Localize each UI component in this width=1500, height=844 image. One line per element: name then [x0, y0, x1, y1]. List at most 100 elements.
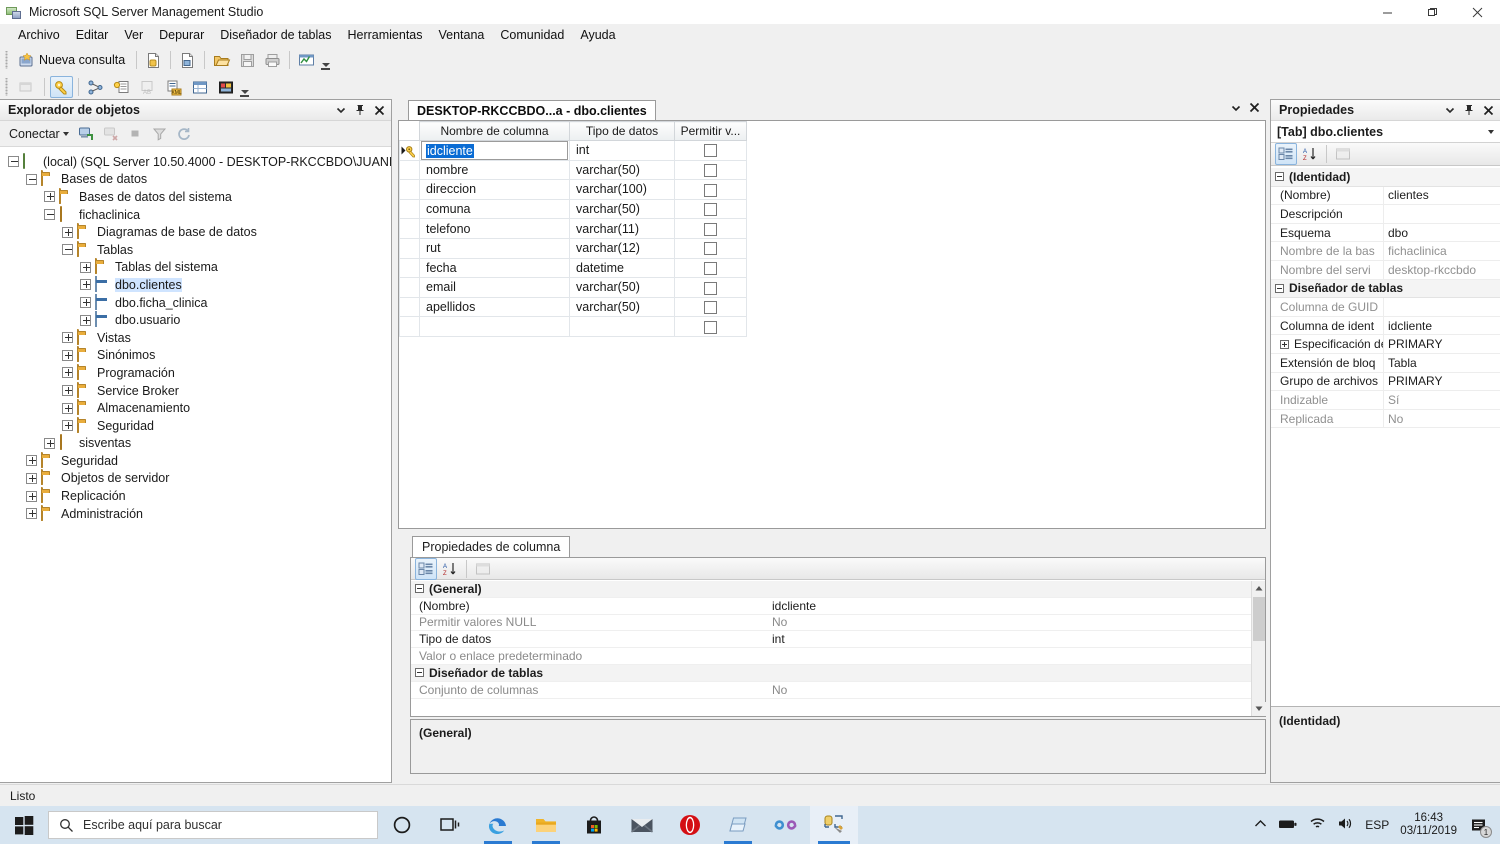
- tree-node[interactable]: Objetos de servidor: [0, 469, 391, 488]
- tree-node[interactable]: Tablas: [0, 240, 391, 259]
- sql-server-management-studio-icon[interactable]: [810, 806, 858, 844]
- property-value[interactable]: No: [1383, 409, 1500, 428]
- tree-node[interactable]: Programación: [0, 363, 391, 382]
- allow-nulls-cell[interactable]: [674, 140, 747, 161]
- menu-item-ayuda[interactable]: Ayuda: [572, 26, 623, 44]
- table-row[interactable]: rut varchar(12): [399, 237, 747, 259]
- notifications-icon[interactable]: 1: [1468, 814, 1492, 838]
- column-properties-rows[interactable]: (General) (Nombre) idcliente Permitir valor…: [411, 581, 1265, 716]
- tree-node[interactable]: sisventas: [0, 434, 391, 453]
- auto-hide-pin-icon[interactable]: [1461, 102, 1477, 118]
- property-row[interactable]: Especificación de PRIMARY: [1271, 335, 1500, 354]
- expand-icon[interactable]: [62, 226, 73, 238]
- property-row[interactable]: Conjunto de columnas No: [411, 682, 1265, 699]
- tab-list-icon[interactable]: [1231, 102, 1241, 116]
- notepad-icon[interactable]: [714, 806, 762, 844]
- tree-node[interactable]: fichaclinica: [0, 205, 391, 224]
- manage-indexes-button[interactable]: [110, 76, 134, 98]
- tree-node[interactable]: Sinónimos: [0, 346, 391, 365]
- manage-fulltext-index-button[interactable]: AB: [136, 76, 160, 98]
- allow-nulls-checkbox[interactable]: [704, 203, 717, 217]
- property-value[interactable]: int: [766, 632, 1265, 646]
- property-row[interactable]: Descripción: [1271, 205, 1500, 224]
- edge-icon[interactable]: [474, 806, 522, 844]
- collapse-icon[interactable]: [415, 668, 424, 678]
- alphabetical-icon[interactable]: A Z: [1299, 143, 1321, 165]
- property-row[interactable]: Replicada No: [1271, 409, 1500, 429]
- activity-monitor-button[interactable]: [295, 49, 319, 71]
- property-value[interactable]: idcliente: [1383, 316, 1500, 335]
- property-value[interactable]: idcliente: [766, 599, 1265, 613]
- expand-icon[interactable]: [80, 314, 91, 326]
- panel-menu-icon[interactable]: [333, 102, 349, 118]
- tree-node[interactable]: Bases de datos del sistema: [0, 187, 391, 206]
- close-panel-icon[interactable]: [371, 102, 387, 118]
- tree-node[interactable]: Tablas del sistema: [0, 258, 391, 277]
- allow-nulls-checkbox[interactable]: [704, 183, 717, 197]
- property-value[interactable]: No: [766, 615, 1265, 629]
- tab-dbo-clientes[interactable]: DESKTOP-RKCCBDO...a - dbo.clientes: [408, 100, 656, 120]
- expand-icon[interactable]: [80, 261, 91, 273]
- new-analysis-query-button[interactable]: [176, 49, 199, 71]
- expand-icon[interactable]: [62, 385, 73, 397]
- data-type-cell[interactable]: varchar(11): [569, 218, 675, 239]
- property-row[interactable]: Nombre de la bas fichaclinica: [1271, 242, 1500, 261]
- open-file-button[interactable]: [210, 49, 234, 71]
- property-value[interactable]: Sí: [1383, 391, 1500, 409]
- property-row[interactable]: (Nombre) clientes: [1271, 186, 1500, 206]
- menu-item-editar[interactable]: Editar: [68, 26, 117, 44]
- allow-nulls-checkbox[interactable]: [704, 281, 717, 295]
- allow-nulls-checkbox[interactable]: [704, 163, 717, 177]
- clock[interactable]: 16:43 03/11/2019: [1400, 812, 1457, 838]
- collapse-icon[interactable]: [26, 173, 37, 185]
- show-hidden-icons-icon[interactable]: [1254, 818, 1267, 832]
- property-row[interactable]: Permitir valores NULL No: [411, 615, 1265, 632]
- property-value[interactable]: fichaclinica: [1383, 242, 1500, 260]
- property-pages-icon[interactable]: [1332, 143, 1354, 165]
- row-header-cell[interactable]: [399, 179, 420, 200]
- column-name-cell[interactable]: telefono: [419, 218, 570, 239]
- expand-icon[interactable]: [26, 472, 37, 484]
- battery-icon[interactable]: [1278, 818, 1298, 833]
- expand-icon[interactable]: [62, 420, 73, 432]
- allow-nulls-cell[interactable]: [674, 159, 747, 181]
- menu-item-herramientas[interactable]: Herramientas: [339, 26, 430, 44]
- allow-nulls-checkbox[interactable]: [704, 222, 717, 236]
- menu-item-depurar[interactable]: Depurar: [151, 26, 212, 44]
- property-row[interactable]: Esquema dbo: [1271, 223, 1500, 243]
- header-nombre-de-columna[interactable]: Nombre de columna: [419, 121, 570, 141]
- row-header-cell[interactable]: [399, 218, 420, 239]
- property-row[interactable]: Grupo de archivos PRIMARY: [1271, 372, 1500, 392]
- row-header-cell[interactable]: [399, 237, 420, 259]
- property-value[interactable]: No: [766, 683, 1265, 697]
- data-type-cell[interactable]: [569, 316, 675, 337]
- new-database-engine-query-button[interactable]: [142, 49, 165, 71]
- save-button[interactable]: [236, 49, 259, 71]
- data-type-cell[interactable]: varchar(50): [569, 277, 675, 298]
- expand-icon[interactable]: [44, 437, 55, 449]
- property-category-row[interactable]: (Identidad): [1271, 168, 1500, 187]
- alphabetical-icon[interactable]: A Z: [439, 558, 461, 580]
- close-panel-icon[interactable]: [1480, 102, 1496, 118]
- header-tipo-de-datos[interactable]: Tipo de datos: [569, 121, 675, 141]
- categorized-icon[interactable]: [415, 557, 437, 580]
- column-name-cell[interactable]: direccion: [419, 179, 570, 200]
- tab-propiedades-de-columna[interactable]: Propiedades de columna: [412, 536, 571, 557]
- microsoft-store-icon[interactable]: [570, 806, 618, 844]
- allow-nulls-cell[interactable]: [674, 296, 747, 318]
- property-value[interactable]: PRIMARY: [1383, 372, 1500, 391]
- wifi-icon[interactable]: [1309, 817, 1326, 833]
- relationships-button[interactable]: [84, 76, 108, 98]
- allow-nulls-cell[interactable]: [674, 218, 747, 239]
- menu-item-archivo[interactable]: Archivo: [10, 26, 68, 44]
- property-category-row[interactable]: (General): [411, 581, 1265, 598]
- collapse-icon[interactable]: [1275, 283, 1284, 293]
- property-row[interactable]: Nombre del servi desktop-rkccbdo: [1271, 260, 1500, 280]
- property-row[interactable]: Columna de ident idcliente: [1271, 316, 1500, 336]
- search-input[interactable]: Escribe aquí para buscar: [48, 811, 378, 839]
- allow-nulls-cell[interactable]: [674, 198, 747, 220]
- property-value[interactable]: PRIMARY: [1383, 335, 1500, 353]
- tree-node[interactable]: Replicación: [0, 487, 391, 505]
- table-row[interactable]: direccion varchar(100): [399, 179, 747, 200]
- data-type-cell[interactable]: varchar(50): [569, 159, 675, 181]
